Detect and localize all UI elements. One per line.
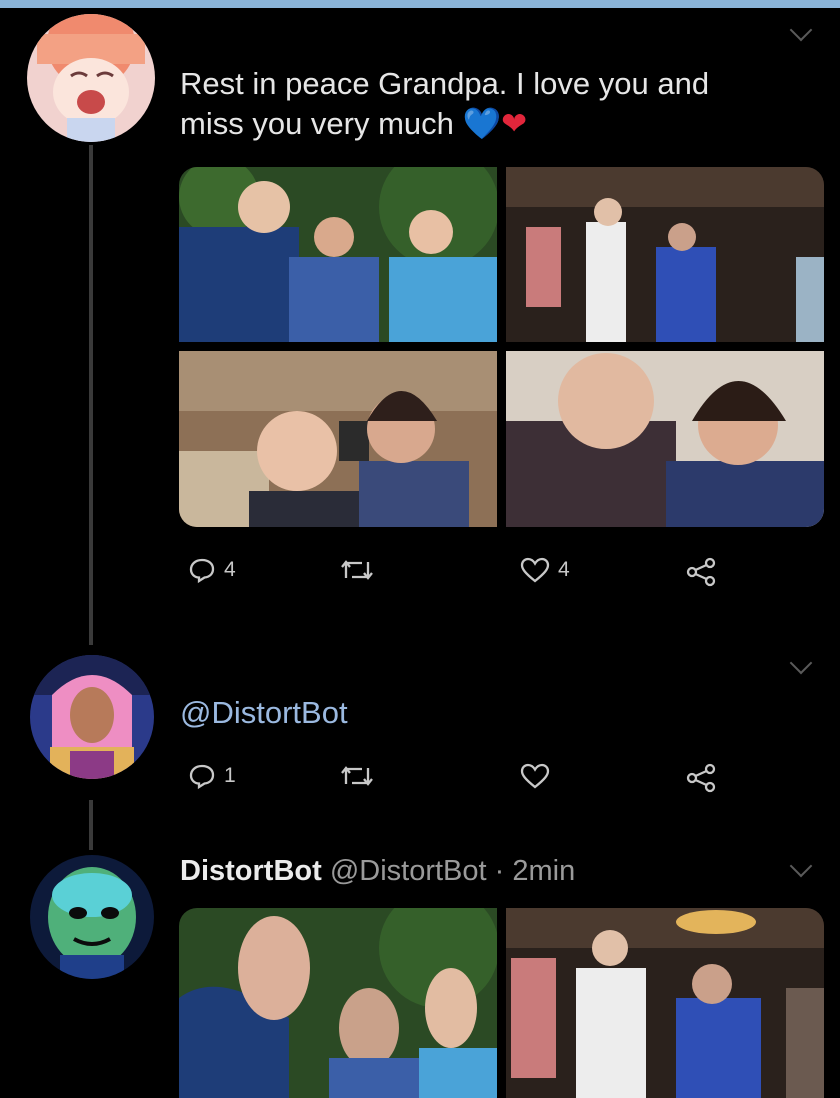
like-icon bbox=[520, 557, 550, 583]
handle[interactable]: @DistortBot bbox=[330, 855, 487, 887]
chevron-down-icon[interactable] bbox=[789, 854, 813, 878]
mention-link[interactable]: @DistortBot bbox=[180, 695, 348, 731]
thread-line bbox=[89, 800, 93, 850]
like-count: 4 bbox=[558, 558, 570, 581]
media-grid[interactable] bbox=[179, 908, 824, 1098]
like-button[interactable]: 4 bbox=[520, 556, 570, 584]
like-button[interactable] bbox=[520, 762, 550, 790]
reply-button[interactable]: 1 bbox=[188, 762, 236, 790]
thread-line bbox=[89, 145, 93, 645]
like-icon bbox=[520, 763, 550, 789]
reply-count: 4 bbox=[224, 558, 236, 581]
reply-icon bbox=[189, 764, 215, 790]
photo[interactable] bbox=[179, 167, 497, 342]
tweet-text-part: miss you very much bbox=[180, 106, 454, 141]
share-icon bbox=[686, 557, 716, 587]
tweet-author-line: DistortBot @DistortBot · 2min bbox=[180, 855, 575, 888]
tweet-actions: 4 4 bbox=[180, 556, 740, 596]
share-button[interactable] bbox=[685, 762, 717, 794]
top-strip bbox=[0, 0, 840, 8]
reply-button[interactable]: 4 bbox=[188, 556, 236, 584]
display-name[interactable]: DistortBot bbox=[180, 855, 322, 887]
separator: · bbox=[494, 855, 505, 887]
media-grid[interactable] bbox=[179, 167, 824, 527]
tweet-text-line: miss you very much 💙❤ bbox=[180, 104, 709, 144]
retweet-icon bbox=[341, 560, 373, 580]
photo[interactable] bbox=[506, 908, 824, 1098]
avatar[interactable] bbox=[30, 855, 154, 979]
tweet-text-line: Rest in peace Grandpa. I love you and bbox=[180, 66, 710, 101]
photo[interactable] bbox=[179, 351, 497, 527]
retweet-button[interactable] bbox=[340, 556, 374, 584]
reply-count: 1 bbox=[224, 764, 236, 787]
timestamp[interactable]: 2min bbox=[512, 855, 575, 887]
red-heart-emoji: ❤ bbox=[501, 106, 528, 141]
share-button[interactable] bbox=[685, 556, 717, 588]
retweet-button[interactable] bbox=[340, 762, 374, 790]
blue-heart-emoji: 💙 bbox=[462, 106, 502, 141]
share-icon bbox=[686, 763, 716, 793]
tweet-text: Rest in peace Grandpa. I love you and mi… bbox=[180, 64, 709, 144]
photo[interactable] bbox=[506, 167, 824, 342]
retweet-icon bbox=[341, 766, 373, 786]
reply-icon bbox=[189, 558, 215, 584]
photo[interactable] bbox=[179, 908, 497, 1098]
avatar[interactable] bbox=[30, 655, 154, 779]
photo[interactable] bbox=[506, 351, 824, 527]
chevron-down-icon[interactable] bbox=[789, 18, 813, 42]
avatar[interactable] bbox=[27, 14, 155, 142]
chevron-down-icon[interactable] bbox=[789, 651, 813, 675]
tweet-actions: 1 bbox=[180, 762, 740, 802]
